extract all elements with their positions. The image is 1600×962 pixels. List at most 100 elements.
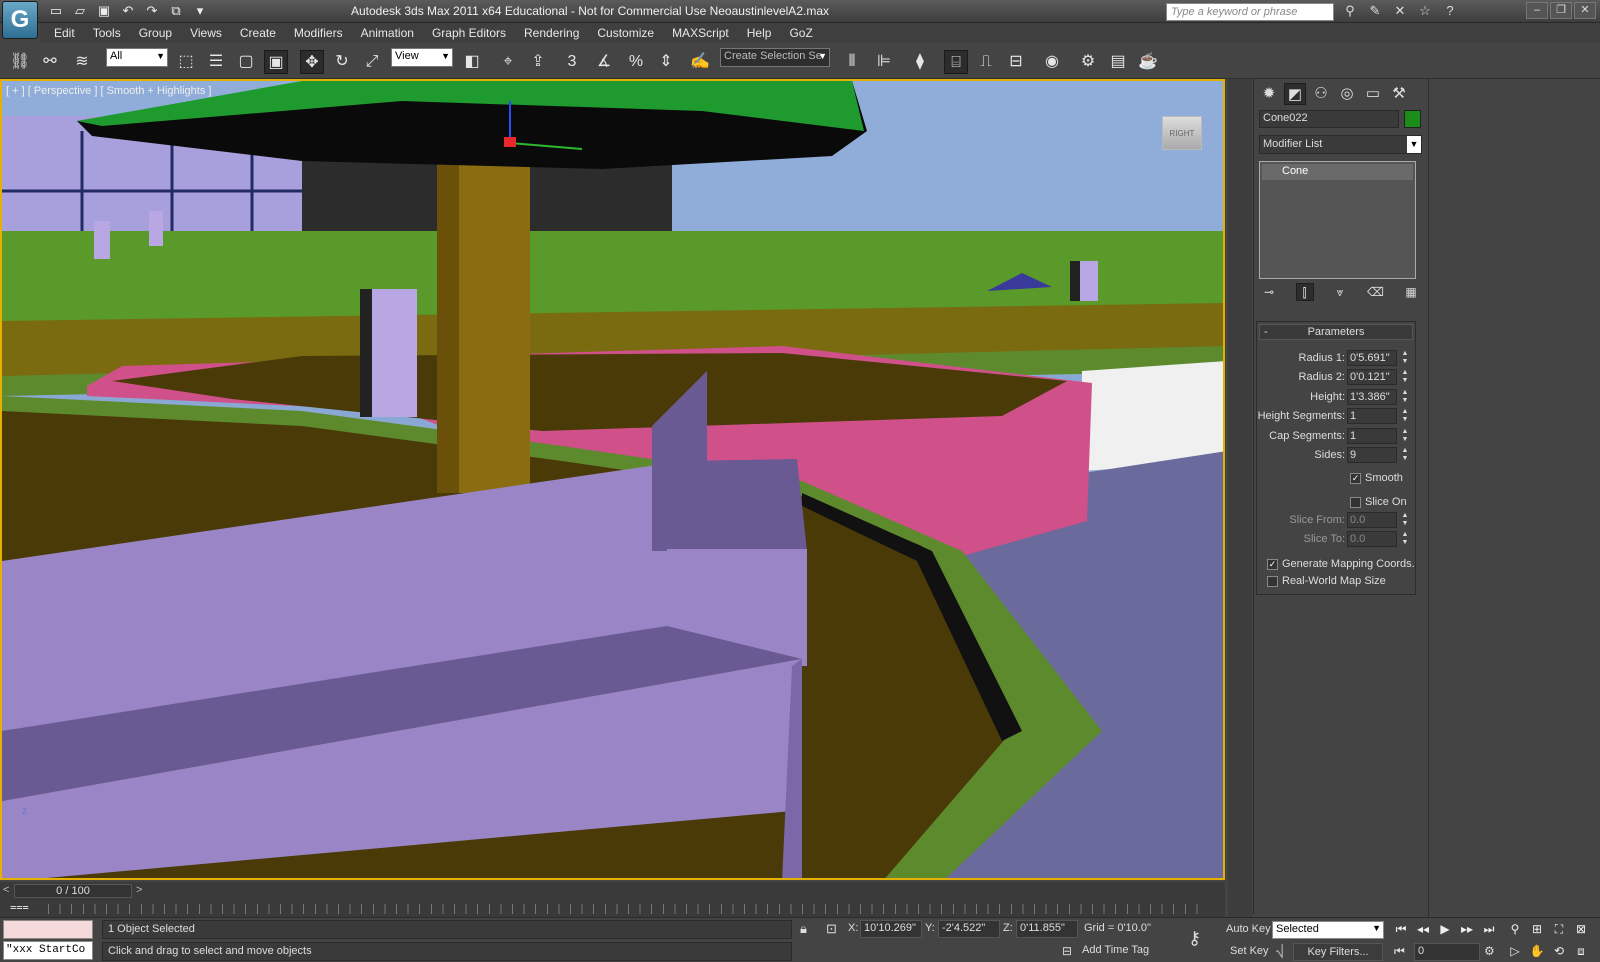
minimize-button[interactable]: – xyxy=(1526,2,1548,19)
mirror-icon[interactable]: ⫴ xyxy=(840,50,864,74)
time-slider-thumb[interactable]: 0 / 100 xyxy=(14,884,132,898)
zoom-extents-icon[interactable]: ⛶ xyxy=(1550,920,1568,938)
sides-field[interactable]: 9 xyxy=(1347,447,1397,463)
spinner-icon[interactable]: ▲ ▼ xyxy=(1400,408,1410,424)
named-selection-sets-dropdown[interactable]: Create Selection Se xyxy=(720,48,830,67)
cap-segments-field[interactable]: 1 xyxy=(1347,428,1397,444)
material-editor-icon[interactable]: ◉ xyxy=(1040,50,1064,74)
smooth-checkbox[interactable]: ✓ xyxy=(1350,473,1361,484)
menu-modifiers[interactable]: Modifiers xyxy=(294,26,343,40)
key-mode-toggle-icon[interactable]: ⏮ xyxy=(1394,944,1405,959)
close-button[interactable]: ✕ xyxy=(1574,2,1596,19)
curve-icon[interactable]: ⎷ xyxy=(1276,944,1284,959)
modifier-list-dropdown[interactable]: Modifier List xyxy=(1259,135,1422,154)
select-object-icon[interactable]: ⬚ xyxy=(174,50,198,74)
current-frame-field[interactable]: 0 xyxy=(1414,943,1480,961)
pin-stack-icon[interactable]: ⊸ xyxy=(1260,283,1278,301)
reference-coordinate-dropdown[interactable]: View xyxy=(391,48,453,67)
menu-customize[interactable]: Customize xyxy=(597,26,654,40)
spinner-icon[interactable]: ▲ ▼ xyxy=(1400,350,1410,366)
graphite-modeling-icon[interactable]: ⌸ xyxy=(944,50,968,74)
pivot-center-icon[interactable]: ◧ xyxy=(460,50,484,74)
layer-manager-icon[interactable]: ⧫ xyxy=(908,50,932,74)
menu-views[interactable]: Views xyxy=(190,26,222,40)
time-slider[interactable]: < 0 / 100 > xyxy=(0,882,1225,900)
select-and-scale-icon[interactable]: ⤢ xyxy=(360,50,384,74)
radius2-field[interactable]: 0'0.121" xyxy=(1347,369,1397,385)
radius1-field[interactable]: 0'5.691" xyxy=(1347,350,1397,366)
object-color-swatch[interactable] xyxy=(1404,110,1421,128)
help-icon[interactable]: ? xyxy=(1440,2,1460,20)
spinner-icon[interactable]: ▲ ▼ xyxy=(1400,369,1410,385)
go-to-start-icon[interactable]: ⏮ xyxy=(1392,920,1410,938)
slice-on-checkbox[interactable] xyxy=(1350,497,1361,508)
percent-snap-icon[interactable]: % xyxy=(624,50,648,74)
modifier-stack[interactable]: Cone xyxy=(1259,161,1416,279)
show-end-result-icon[interactable]: ⫿ xyxy=(1295,283,1314,301)
generate-mapping-checkbox[interactable]: ✓ xyxy=(1267,559,1278,570)
hierarchy-tab-icon[interactable]: ⚇ xyxy=(1310,83,1332,105)
binoculars-icon[interactable]: ⚲ xyxy=(1340,2,1360,20)
auto-key-button[interactable]: Auto Key xyxy=(1226,923,1271,935)
time-configuration-icon[interactable]: ⚙ xyxy=(1484,944,1495,958)
trackbar[interactable]: ⩶ xyxy=(0,900,1225,917)
next-frame-icon[interactable]: ▸▸ xyxy=(1458,920,1476,938)
remove-modifier-icon[interactable]: ⌫ xyxy=(1367,283,1385,301)
schematic-view-icon[interactable]: ⊟ xyxy=(1004,50,1028,74)
keyboard-shortcut-override-icon[interactable]: ⇪ xyxy=(526,50,550,74)
edit-named-selection-icon[interactable]: ✍ xyxy=(688,50,712,74)
unlink-selection-icon[interactable]: ⚯ xyxy=(38,50,62,74)
menu-graph-editors[interactable]: Graph Editors xyxy=(432,26,506,40)
communication-icon[interactable]: ✕ xyxy=(1390,2,1410,20)
render-setup-icon[interactable]: ⚙ xyxy=(1076,50,1100,74)
menu-tools[interactable]: Tools xyxy=(93,26,121,40)
height-field[interactable]: 1'3.386" xyxy=(1347,389,1397,405)
rectangular-selection-icon[interactable]: ▢ xyxy=(234,50,258,74)
zoom-icon[interactable]: ⚲ xyxy=(1506,920,1524,938)
angle-snap-icon[interactable]: ∡ xyxy=(592,50,616,74)
set-key-mode-icon[interactable]: ⚷ xyxy=(1188,928,1201,949)
selection-lock-icon[interactable]: 🔒︎ xyxy=(800,921,807,937)
curve-editor-icon[interactable]: ⎍ xyxy=(974,50,998,74)
rendered-frame-window-icon[interactable]: ▤ xyxy=(1106,50,1130,74)
set-key-button[interactable]: Set Key xyxy=(1230,945,1269,957)
modify-tab-icon[interactable]: ◩ xyxy=(1284,83,1306,105)
x-coordinate-field[interactable]: 10'10.269" xyxy=(860,920,922,938)
time-slider-prev[interactable]: < xyxy=(3,884,9,896)
height-segments-field[interactable]: 1 xyxy=(1347,408,1397,424)
bind-to-space-warp-icon[interactable]: ≋ xyxy=(70,50,94,74)
spinner-icon[interactable]: ▲ ▼ xyxy=(1400,531,1410,547)
parameters-rollout-header[interactable]: - Parameters xyxy=(1259,324,1413,340)
zoom-all-icon[interactable]: ⊞ xyxy=(1528,920,1546,938)
select-and-rotate-icon[interactable]: ↻ xyxy=(330,50,354,74)
field-of-view-icon[interactable]: ▷ xyxy=(1506,942,1524,960)
display-tab-icon[interactable]: ▭ xyxy=(1362,83,1384,105)
utilities-tab-icon[interactable]: ⚒ xyxy=(1388,83,1410,105)
application-button[interactable]: G xyxy=(2,1,38,39)
maxscript-input[interactable]: "xxx StartCo xyxy=(3,941,93,960)
spinner-icon[interactable]: ▲ ▼ xyxy=(1400,447,1410,463)
mini-curve-editor-icon[interactable]: ⩶ xyxy=(10,901,29,914)
select-manipulate-icon[interactable]: ⌖ xyxy=(496,50,520,74)
absolute-mode-icon[interactable]: ⊡ xyxy=(826,921,837,937)
key-filters-button[interactable]: Key Filters... xyxy=(1293,943,1383,961)
menu-animation[interactable]: Animation xyxy=(361,26,414,40)
menu-maxscript[interactable]: MAXScript xyxy=(672,26,729,40)
menu-group[interactable]: Group xyxy=(139,26,172,40)
time-tag-icon[interactable]: ⊟ xyxy=(1062,944,1072,958)
snaps-toggle-icon[interactable]: 3 xyxy=(560,50,584,74)
viewcube[interactable]: RIGHT xyxy=(1162,116,1202,150)
time-slider-next[interactable]: > xyxy=(136,884,142,896)
orbit-icon[interactable]: ⟲ xyxy=(1550,942,1568,960)
menu-help[interactable]: Help xyxy=(747,26,772,40)
favorites-star-icon[interactable]: ☆ xyxy=(1415,2,1435,20)
spinner-snap-icon[interactable]: ⇕ xyxy=(654,50,678,74)
add-time-tag[interactable]: Add Time Tag xyxy=(1082,944,1149,956)
menu-edit[interactable]: Edit xyxy=(54,26,75,40)
spinner-icon[interactable]: ▲ ▼ xyxy=(1400,512,1410,528)
restore-button[interactable]: ❐ xyxy=(1550,2,1572,19)
slice-to-field[interactable]: 0.0 xyxy=(1347,531,1397,547)
go-to-end-icon[interactable]: ⏭ xyxy=(1480,920,1498,938)
previous-frame-icon[interactable]: ◂◂ xyxy=(1414,920,1432,938)
object-name-field[interactable]: Cone022 xyxy=(1259,110,1399,128)
